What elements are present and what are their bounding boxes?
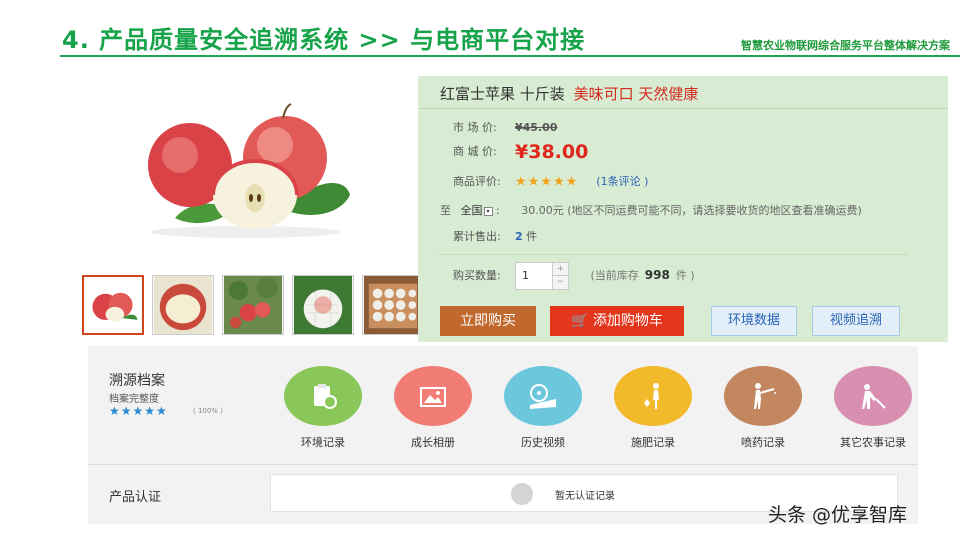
increment-button[interactable]: + — [553, 263, 568, 276]
cert-label: 产品认证 — [109, 490, 162, 505]
quantity-row: 购买数量: 1 + − (当前库存 998 件 ) — [453, 262, 695, 290]
title-divider — [418, 108, 948, 109]
growth-album-link[interactable]: 成长相册 — [378, 366, 488, 450]
header-divider — [60, 55, 960, 57]
fertilizer-person-icon — [614, 366, 692, 426]
farm-work-icon — [834, 366, 912, 426]
add-to-cart-label: 添加购物车 — [592, 313, 663, 329]
completeness-stars: ★★★★★ — [109, 404, 168, 418]
spray-person-icon — [724, 366, 802, 426]
stock-count: 998 — [644, 268, 670, 282]
empty-record-icon — [511, 483, 533, 505]
environment-data-button[interactable]: 环境数据 — [711, 306, 797, 336]
stock-suffix: 件 ) — [675, 269, 695, 282]
rating-stars: ★★★★★ — [515, 174, 579, 190]
thumbnail-apple-cut[interactable] — [152, 275, 214, 335]
sold-count: 2 — [515, 230, 523, 243]
sold-label: 累计售出: — [453, 230, 501, 243]
quantity-stepper[interactable]: + − — [553, 262, 569, 290]
thumbnail-apple-pair[interactable] — [82, 275, 144, 335]
fertilizer-record-link[interactable]: 施肥记录 — [598, 366, 708, 450]
thumbnail-strip — [82, 275, 424, 335]
ship-region-value: 全国 — [460, 204, 483, 217]
qty-divider — [438, 254, 908, 255]
mall-price-row: 商 城 价: ¥38.00 — [453, 141, 588, 163]
cart-icon: 🛒 — [571, 313, 593, 329]
other-farm-record-link[interactable]: 其它农事记录 — [818, 366, 928, 450]
env-record-label: 环境记录 — [301, 436, 345, 449]
history-video-link[interactable]: 历史视频 — [488, 366, 598, 450]
env-record-link[interactable]: 环境记录 — [268, 366, 378, 450]
shipping-note: 30.00元 (地区不同运费可能不同，请选择要收货的地区查看准确运费) — [521, 204, 862, 217]
thumbnail-apple-box[interactable] — [362, 275, 424, 335]
clipboard-icon — [284, 366, 362, 426]
decrement-button[interactable]: − — [553, 276, 568, 289]
market-price-row: 市 场 价: ¥45.00 — [453, 119, 557, 135]
picture-frame-icon — [394, 366, 472, 426]
trace-title: 溯源档案 — [109, 373, 165, 389]
cert-empty-text: 暂无认证记录 — [555, 491, 615, 502]
thumbnail-apple-tree[interactable] — [222, 275, 284, 335]
spray-record-label: 喷药记录 — [741, 436, 785, 449]
mall-price-value: ¥38.00 — [515, 141, 589, 163]
market-price-value: ¥45.00 — [515, 121, 558, 134]
buy-now-button[interactable]: 立即购买 — [440, 306, 536, 336]
history-video-label: 历史视频 — [521, 436, 565, 449]
other-farm-record-label: 其它农事记录 — [840, 436, 906, 449]
review-link[interactable]: (1条评论 ) — [596, 175, 648, 188]
product-name: 红富士苹果 十斤装 — [440, 85, 565, 103]
stock-info: (当前库存 998 件 ) — [590, 268, 695, 282]
product-main-image — [135, 100, 365, 240]
chevron-down-icon[interactable]: ▾ — [483, 206, 493, 216]
stock-prefix: (当前库存 — [590, 269, 639, 282]
fertilizer-record-label: 施肥记录 — [631, 436, 675, 449]
completeness-percent: ( 100% ) — [193, 407, 223, 415]
qty-label: 购买数量: — [453, 269, 501, 282]
quantity-input[interactable]: 1 — [515, 262, 553, 290]
page-subtitle: 智慧农业物联网综合服务平台整体解决方案 — [741, 39, 950, 52]
completeness-label: 档案完整度 — [109, 394, 159, 405]
growth-album-label: 成长相册 — [411, 436, 455, 449]
add-to-cart-button[interactable]: 🛒 添加购物车 — [550, 306, 684, 336]
ship-to-label: 至 — [440, 204, 451, 217]
watermark: 头条 @优享智库 — [768, 504, 908, 526]
product-title: 红富士苹果 十斤装 美味可口 天然健康 — [440, 83, 698, 104]
trace-divider — [88, 464, 918, 465]
rating-row: 商品评价: ★★★★★ (1条评论 ) — [453, 173, 648, 190]
page-title: 4. 产品质量安全追溯系统 >> 与电商平台对接 — [62, 26, 586, 54]
sold-row: 累计售出: 2 件 — [453, 228, 537, 244]
ship-region-select[interactable]: 全国 ▾ — [461, 204, 493, 217]
thumbnail-apple-wrapped[interactable] — [292, 275, 354, 335]
trace-archive-section: 溯源档案 档案完整度 ★★★★★ ( 100% ) 环境记录 成长相册 历史视频 — [88, 346, 918, 524]
video-trace-button[interactable]: 视频追溯 — [812, 306, 900, 336]
mall-price-label: 商 城 价: — [453, 145, 497, 158]
spray-record-link[interactable]: 喷药记录 — [708, 366, 818, 450]
sold-unit: 件 — [526, 230, 538, 243]
product-slogan: 美味可口 天然健康 — [573, 85, 699, 103]
film-reel-icon — [504, 366, 582, 426]
trace-record-icons: 环境记录 成长相册 历史视频 施肥记录 喷药记录 其它农事记录 — [268, 366, 928, 450]
market-price-label: 市 场 价: — [453, 121, 497, 134]
rating-label: 商品评价: — [453, 175, 501, 188]
shipping-row: 至 全国 ▾ : 30.00元 (地区不同运费可能不同，请选择要收货的地区查看准确… — [440, 204, 862, 217]
product-info-panel: 红富士苹果 十斤装 美味可口 天然健康 市 场 价: ¥45.00 商 城 价: ¥… — [418, 76, 948, 342]
